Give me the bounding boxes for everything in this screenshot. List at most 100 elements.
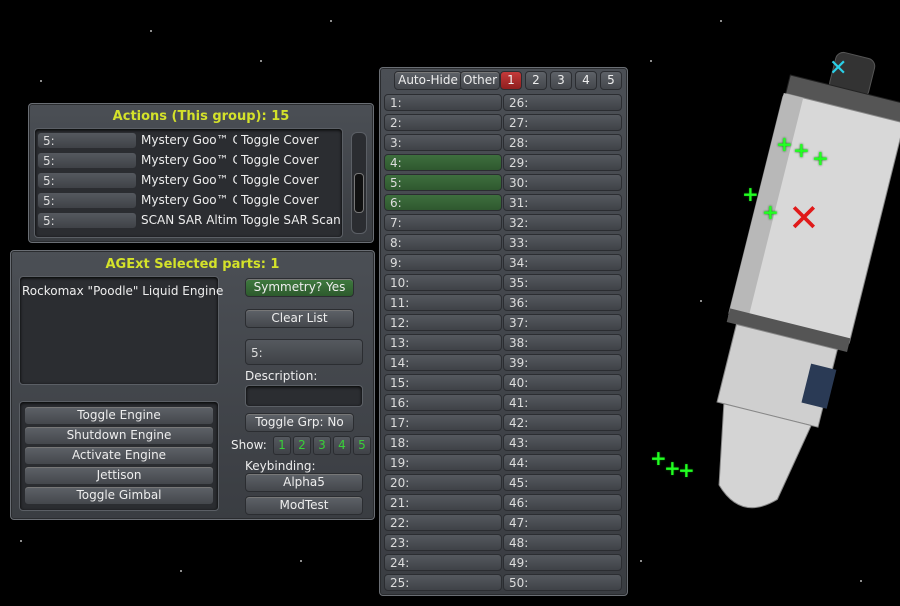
actions-scrollbar-thumb[interactable] [354,173,364,213]
auto-hide-button[interactable]: Auto-Hide [394,71,462,90]
action-group-slot[interactable]: 26: [503,94,622,111]
action-group-slot[interactable]: 28: [503,134,622,151]
action-group-slot[interactable]: 22: [384,514,502,531]
action-row-action[interactable]: Toggle Cover [241,153,341,167]
action-group-slot[interactable]: 18: [384,434,502,451]
action-group-slot[interactable]: 39: [503,354,622,371]
action-group-slot[interactable]: 41: [503,394,622,411]
action-group-slot[interactable]: 4: [384,154,502,171]
group-tab-1[interactable]: 1 [500,71,522,90]
action-group-slot[interactable]: 34: [503,254,622,271]
action-row-part[interactable]: Mystery Goo™ C [141,173,237,187]
action-group-slot[interactable]: 27: [503,114,622,131]
action-row-action[interactable]: Toggle SAR Scan [241,213,341,227]
action-group-slot[interactable]: 25: [384,574,502,591]
action-group-slot[interactable]: 37: [503,314,622,331]
action-group-slot[interactable]: 14: [384,354,502,371]
group-tab-3[interactable]: 3 [550,71,572,90]
show-number-2[interactable]: 2 [293,436,311,455]
actions-panel-title: Actions (This group): 15 [112,109,290,124]
action-row-action[interactable]: Toggle Cover [241,193,341,207]
show-number-row: 1 2 3 4 5 [273,436,373,455]
part-marker-icon: + [793,138,810,162]
action-group-slot[interactable]: 15: [384,374,502,391]
action-group-slot[interactable]: 1: [384,94,502,111]
action-row-part[interactable]: SCAN SAR Altim [141,213,237,227]
action-row-group[interactable]: 5: [37,172,137,189]
action-group-slot[interactable]: 44: [503,454,622,471]
action-row-part[interactable]: Mystery Goo™ C [141,153,237,167]
action-group-slot[interactable]: 24: [384,554,502,571]
part-action-button[interactable]: Activate Engine [24,446,214,465]
action-group-slot[interactable]: 20: [384,474,502,491]
action-group-slot[interactable]: 38: [503,334,622,351]
action-group-slot[interactable]: 45: [503,474,622,491]
show-number-5[interactable]: 5 [353,436,371,455]
action-group-slot[interactable]: 50: [503,574,622,591]
action-group-slot[interactable]: 10: [384,274,502,291]
action-group-slot[interactable]: 8: [384,234,502,251]
action-row-group[interactable]: 5: [37,212,137,229]
toggle-group-button[interactable]: Toggle Grp: No [245,413,354,432]
action-group-slot[interactable]: 5: [384,174,502,191]
action-group-slot[interactable]: 36: [503,294,622,311]
action-group-slot[interactable]: 23: [384,534,502,551]
action-row-action[interactable]: Toggle Cover [241,133,341,147]
action-group-slot[interactable]: 29: [503,154,622,171]
description-label: Description: [245,369,318,383]
show-number-3[interactable]: 3 [313,436,331,455]
action-group-slot[interactable]: 42: [503,414,622,431]
action-row-group[interactable]: 5: [37,152,137,169]
action-group-slot[interactable]: 30: [503,174,622,191]
action-group-slot[interactable]: 40: [503,374,622,391]
action-row-group[interactable]: 5: [37,192,137,209]
action-row-group[interactable]: 5: [37,132,137,149]
modtest-button[interactable]: ModTest [245,496,363,515]
action-group-slot[interactable]: 3: [384,134,502,151]
group-tab-2[interactable]: 2 [525,71,547,90]
action-group-slot[interactable]: 31: [503,194,622,211]
action-group-slot[interactable]: 6: [384,194,502,211]
action-group-slot[interactable]: 7: [384,214,502,231]
action-row-part[interactable]: Mystery Goo™ C [141,133,237,147]
keybinding-button[interactable]: Alpha5 [245,473,363,492]
symmetry-button[interactable]: Symmetry? Yes [245,278,354,297]
action-group-slot[interactable]: 13: [384,334,502,351]
group-tab-5[interactable]: 5 [600,71,622,90]
action-row-part[interactable]: Mystery Goo™ C [141,193,237,207]
part-actions-list: Toggle Engine Shutdown Engine Activate Eng… [19,401,219,511]
action-group-slot[interactable]: 16: [384,394,502,411]
action-row-action[interactable]: Toggle Cover [241,173,341,187]
action-group-slot[interactable]: 35: [503,274,622,291]
action-group-slot[interactable]: 49: [503,554,622,571]
other-button[interactable]: Other [460,71,500,90]
action-group-slot[interactable]: 17: [384,414,502,431]
selected-parts-list: Rockomax "Poodle" Liquid Engine [19,276,223,385]
description-input[interactable] [245,385,363,407]
action-group-slot[interactable]: 21: [384,494,502,511]
show-number-1[interactable]: 1 [273,436,291,455]
selected-part-item[interactable]: Rockomax "Poodle" Liquid Engine [22,284,223,298]
actions-scrollbar[interactable] [351,132,367,234]
action-group-slot[interactable]: 46: [503,494,622,511]
action-groups-panel: Auto-Hide Other 12345 1: 2: 3: 4: 5: 6: 7: 8: 9:… [379,67,628,596]
action-group-slot[interactable]: 43: [503,434,622,451]
action-group-slot[interactable]: 9: [384,254,502,271]
action-group-slot[interactable]: 33: [503,234,622,251]
action-group-slot[interactable]: 11: [384,294,502,311]
action-group-slot[interactable]: 19: [384,454,502,471]
part-marker-icon: + [678,458,695,482]
group-tab-4[interactable]: 4 [575,71,597,90]
action-group-slot[interactable]: 12: [384,314,502,331]
part-action-button[interactable]: Toggle Engine [24,406,214,425]
part-action-button[interactable]: Toggle Gimbal [24,486,214,505]
part-action-button[interactable]: Shutdown Engine [24,426,214,445]
action-group-slot[interactable]: 48: [503,534,622,551]
group-number-field[interactable]: 5: [245,339,363,365]
action-group-slot[interactable]: 2: [384,114,502,131]
show-number-4[interactable]: 4 [333,436,351,455]
clear-list-button[interactable]: Clear List [245,309,354,328]
action-group-slot[interactable]: 47: [503,514,622,531]
action-group-slot[interactable]: 32: [503,214,622,231]
part-action-button[interactable]: Jettison [24,466,214,485]
